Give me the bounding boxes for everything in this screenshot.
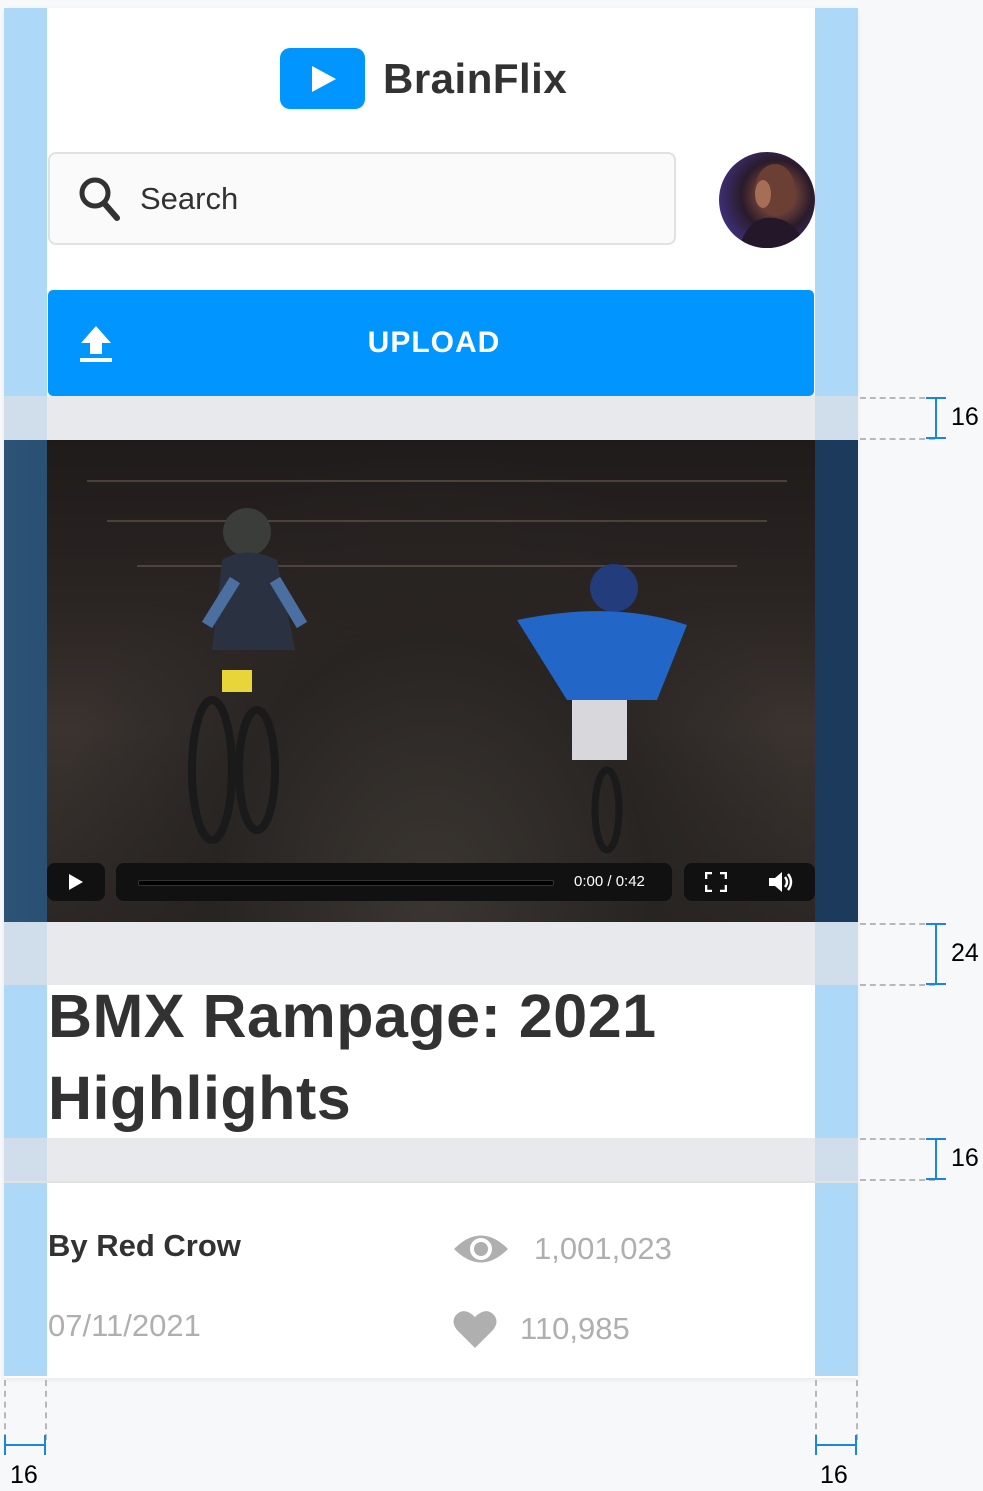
measure-label: 24 (951, 939, 979, 967)
time-readout: 0:00 / 0:42 (574, 873, 645, 890)
measure-cap (926, 397, 946, 399)
measure-line (45, 1380, 47, 1440)
video-title: BMX Rampage: 2021 Highlights (48, 982, 657, 1132)
measure-bracket (935, 1139, 937, 1179)
play-icon (280, 48, 365, 109)
measure-line (860, 1138, 935, 1140)
measure-cap (926, 983, 946, 985)
likes-stat: 110,985 (452, 1308, 630, 1350)
measure-cap (855, 1435, 857, 1455)
measure-cap (926, 1138, 946, 1140)
measure-bracket (816, 1444, 856, 1446)
measure-label: 16 (951, 1144, 979, 1172)
search-icon (79, 177, 120, 221)
measure-line (815, 1380, 817, 1440)
measure-cap (44, 1435, 46, 1455)
measure-line (856, 1380, 858, 1440)
user-avatar[interactable] (719, 152, 815, 248)
brand-name: BrainFlix (383, 54, 568, 102)
video-player[interactable] (47, 440, 815, 922)
measure-bracket (935, 924, 937, 984)
measure-cap (926, 437, 946, 439)
measure-line (860, 1179, 935, 1181)
video-date: 07/11/2021 (48, 1308, 201, 1343)
spacing-band-upload (4, 396, 858, 440)
measure-label: 16 (951, 403, 979, 431)
eye-icon (454, 1235, 508, 1263)
divider (4, 1181, 858, 1183)
upload-icon (80, 326, 112, 362)
scrubber-bar: 0:00 / 0:42 (116, 863, 672, 901)
measure-cap (815, 1435, 817, 1455)
measure-cap (926, 1178, 946, 1180)
play-button[interactable] (47, 863, 105, 901)
measure-label: 16 (820, 1461, 848, 1489)
video-frame (188, 508, 687, 854)
measure-line (860, 923, 935, 925)
play-icon (69, 874, 83, 890)
measure-cap (4, 1435, 6, 1455)
measure-label: 16 (10, 1461, 38, 1489)
player-controls: 0:00 / 0:42 (47, 863, 815, 901)
measure-line (860, 984, 935, 986)
measure-bracket (5, 1444, 45, 1446)
spacing-band-title (4, 1138, 858, 1181)
views-stat: 1,001,023 (452, 1228, 672, 1270)
measure-cap (926, 923, 946, 925)
measure-line (4, 1380, 6, 1440)
brand-logo[interactable]: BrainFlix (280, 48, 567, 109)
search-placeholder: Search (140, 180, 239, 216)
player-right-controls (684, 863, 815, 901)
volume-icon[interactable] (768, 871, 794, 893)
views-count: 1,001,023 (534, 1231, 672, 1266)
measure-line (860, 438, 935, 440)
upload-button[interactable]: UPLOAD (48, 290, 814, 396)
search-input[interactable]: Search (48, 152, 676, 245)
likes-count: 110,985 (520, 1311, 630, 1346)
heart-icon[interactable] (452, 1308, 498, 1350)
upload-label: UPLOAD (367, 326, 501, 359)
video-author: By Red Crow (48, 1228, 241, 1263)
measure-bracket (935, 398, 937, 438)
progress-track[interactable] (138, 880, 554, 886)
fullscreen-icon[interactable] (705, 872, 727, 892)
measure-line (860, 397, 935, 399)
